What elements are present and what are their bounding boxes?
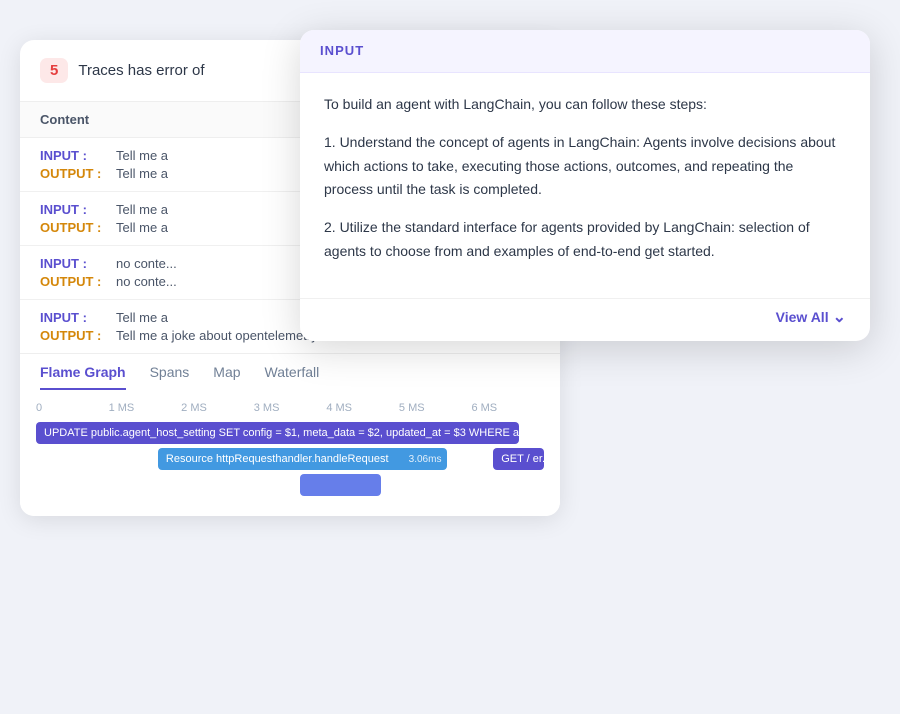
flame-bar-update[interactable]: UPDATE public.agent_host_setting SET con… — [36, 422, 519, 444]
popup-point-1: 1. Understand the concept of agents in L… — [324, 131, 846, 202]
input-label: INPUT : — [40, 256, 108, 271]
flame-bar-label-2: Resource httpRequesthandler.handleReques… — [166, 453, 389, 465]
time-label-3ms: 3 MS — [254, 402, 327, 414]
input-value: no conte... — [116, 256, 177, 271]
tab-map[interactable]: Map — [213, 364, 240, 390]
flame-bar-get[interactable]: GET / er... — [493, 448, 544, 470]
flame-bar-label-1: UPDATE public.agent_host_setting SET con… — [44, 427, 519, 439]
view-all-button[interactable]: View All ⌄ — [776, 307, 846, 327]
output-label: OUTPUT : — [40, 274, 108, 289]
view-all-row: View All ⌄ — [300, 298, 870, 341]
time-label-4ms: 4 MS — [326, 402, 399, 414]
popup-card: INPUT To build an agent with LangChain, … — [300, 30, 870, 341]
output-label: OUTPUT : — [40, 220, 108, 235]
time-label-6ms: 6 MS — [471, 402, 544, 414]
output-label: OUTPUT : — [40, 328, 108, 343]
flame-section: 0 1 MS 2 MS 3 MS 4 MS 5 MS 6 MS UPDATE p… — [20, 390, 560, 516]
output-value: Tell me a — [116, 166, 168, 181]
tab-flame-graph[interactable]: Flame Graph — [40, 364, 126, 390]
flame-bar-http[interactable]: Resource httpRequesthandler.handleReques… — [158, 448, 448, 470]
tab-waterfall[interactable]: Waterfall — [265, 364, 320, 390]
output-value: Tell me a joke about opentelemetry — [116, 328, 318, 343]
tab-spans[interactable]: Spans — [150, 364, 190, 390]
chevron-down-icon: ⌄ — [833, 307, 846, 327]
flame-bar-row-3 — [36, 474, 544, 496]
error-badge: 5 — [40, 58, 68, 83]
error-text: Traces has error of — [78, 62, 204, 79]
flame-bar-indigo[interactable] — [300, 474, 381, 496]
time-label-2ms: 2 MS — [181, 402, 254, 414]
popup-point-2: 2. Utilize the standard interface for ag… — [324, 216, 846, 264]
time-label-5ms: 5 MS — [399, 402, 472, 414]
input-label: INPUT : — [40, 148, 108, 163]
time-label-0: 0 — [36, 402, 109, 414]
flame-bar-duration-2: 3.06ms — [409, 454, 442, 465]
input-value: Tell me a — [116, 202, 168, 217]
input-value: Tell me a — [116, 310, 168, 325]
input-label: INPUT : — [40, 202, 108, 217]
flame-bar-row-2: Resource httpRequesthandler.handleReques… — [36, 448, 544, 470]
time-axis: 0 1 MS 2 MS 3 MS 4 MS 5 MS 6 MS — [36, 402, 544, 414]
input-label: INPUT : — [40, 310, 108, 325]
flame-bar-row-1: UPDATE public.agent_host_setting SET con… — [36, 422, 544, 444]
view-all-label: View All — [776, 309, 829, 325]
popup-body: To build an agent with LangChain, you ca… — [300, 73, 870, 298]
flame-bar-label-get: GET / er... — [501, 453, 544, 465]
output-value: Tell me a — [116, 220, 168, 235]
output-value: no conte... — [116, 274, 177, 289]
tabs-section: Flame Graph Spans Map Waterfall — [20, 353, 560, 390]
popup-intro: To build an agent with LangChain, you ca… — [324, 93, 846, 117]
time-label-1ms: 1 MS — [109, 402, 182, 414]
output-label: OUTPUT : — [40, 166, 108, 181]
tabs-row: Flame Graph Spans Map Waterfall — [40, 354, 540, 390]
popup-header: INPUT — [300, 30, 870, 73]
input-value: Tell me a — [116, 148, 168, 163]
popup-title: INPUT — [320, 43, 364, 58]
